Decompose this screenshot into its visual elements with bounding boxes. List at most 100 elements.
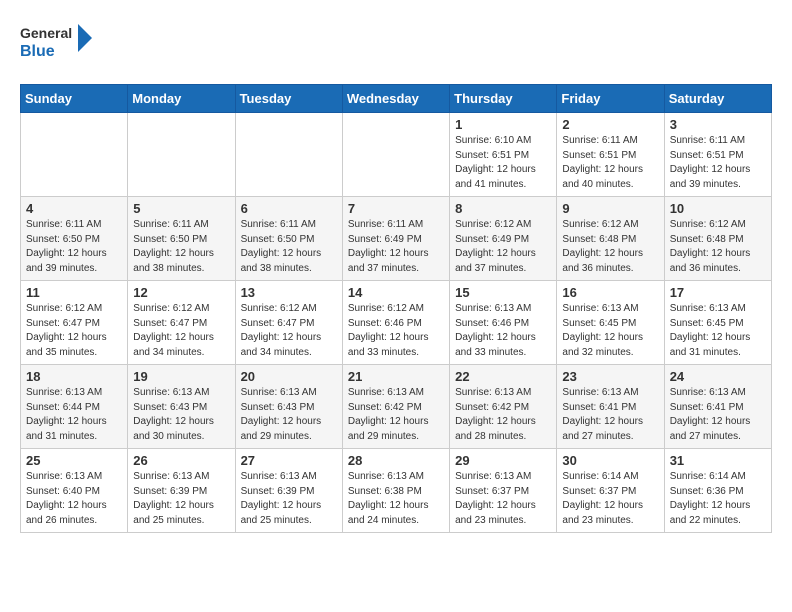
day-number: 29 <box>455 453 551 468</box>
calendar-cell: 18 Sunrise: 6:13 AM Sunset: 6:44 PM Dayli… <box>21 365 128 449</box>
day-number: 26 <box>133 453 229 468</box>
day-number: 15 <box>455 285 551 300</box>
day-number: 16 <box>562 285 658 300</box>
weekday-header: Monday <box>128 85 235 113</box>
day-info: Sunrise: 6:11 AM Sunset: 6:50 PM Dayligh… <box>26 218 122 276</box>
calendar-cell: 19 Sunrise: 6:13 AM Sunset: 6:43 PM Dayli… <box>128 365 235 449</box>
day-number: 25 <box>26 453 122 468</box>
calendar-cell: 6 Sunrise: 6:11 AM Sunset: 6:50 PM Daylig… <box>235 197 342 281</box>
calendar-cell: 31 Sunrise: 6:14 AM Sunset: 6:36 PM Dayli… <box>664 449 771 533</box>
calendar-header-row: SundayMondayTuesdayWednesdayThursdayFrid… <box>21 85 772 113</box>
day-info: Sunrise: 6:11 AM Sunset: 6:50 PM Dayligh… <box>133 218 229 276</box>
day-info: Sunrise: 6:13 AM Sunset: 6:37 PM Dayligh… <box>455 470 551 528</box>
calendar-cell: 23 Sunrise: 6:13 AM Sunset: 6:41 PM Dayli… <box>557 365 664 449</box>
day-number: 14 <box>348 285 444 300</box>
calendar-cell: 14 Sunrise: 6:12 AM Sunset: 6:46 PM Dayli… <box>342 281 449 365</box>
calendar-table: SundayMondayTuesdayWednesdayThursdayFrid… <box>20 84 772 533</box>
calendar-cell: 27 Sunrise: 6:13 AM Sunset: 6:39 PM Dayli… <box>235 449 342 533</box>
calendar-cell: 5 Sunrise: 6:11 AM Sunset: 6:50 PM Daylig… <box>128 197 235 281</box>
day-number: 10 <box>670 201 766 216</box>
day-info: Sunrise: 6:14 AM Sunset: 6:37 PM Dayligh… <box>562 470 658 528</box>
day-number: 22 <box>455 369 551 384</box>
page-header: General Blue <box>20 20 772 68</box>
day-info: Sunrise: 6:13 AM Sunset: 6:40 PM Dayligh… <box>26 470 122 528</box>
day-info: Sunrise: 6:12 AM Sunset: 6:49 PM Dayligh… <box>455 218 551 276</box>
weekday-header: Saturday <box>664 85 771 113</box>
calendar-week-row: 11 Sunrise: 6:12 AM Sunset: 6:47 PM Dayli… <box>21 281 772 365</box>
weekday-header: Sunday <box>21 85 128 113</box>
calendar-cell: 17 Sunrise: 6:13 AM Sunset: 6:45 PM Dayli… <box>664 281 771 365</box>
calendar-cell: 22 Sunrise: 6:13 AM Sunset: 6:42 PM Dayli… <box>450 365 557 449</box>
day-number: 6 <box>241 201 337 216</box>
calendar-cell: 2 Sunrise: 6:11 AM Sunset: 6:51 PM Daylig… <box>557 113 664 197</box>
calendar-cell: 16 Sunrise: 6:13 AM Sunset: 6:45 PM Dayli… <box>557 281 664 365</box>
day-info: Sunrise: 6:13 AM Sunset: 6:44 PM Dayligh… <box>26 386 122 444</box>
day-info: Sunrise: 6:13 AM Sunset: 6:45 PM Dayligh… <box>670 302 766 360</box>
day-number: 11 <box>26 285 122 300</box>
day-number: 2 <box>562 117 658 132</box>
day-number: 8 <box>455 201 551 216</box>
day-info: Sunrise: 6:12 AM Sunset: 6:46 PM Dayligh… <box>348 302 444 360</box>
day-info: Sunrise: 6:13 AM Sunset: 6:42 PM Dayligh… <box>455 386 551 444</box>
calendar-cell <box>342 113 449 197</box>
calendar-cell: 28 Sunrise: 6:13 AM Sunset: 6:38 PM Dayli… <box>342 449 449 533</box>
logo: General Blue <box>20 20 100 68</box>
day-info: Sunrise: 6:11 AM Sunset: 6:51 PM Dayligh… <box>562 134 658 192</box>
day-info: Sunrise: 6:13 AM Sunset: 6:46 PM Dayligh… <box>455 302 551 360</box>
calendar-cell: 25 Sunrise: 6:13 AM Sunset: 6:40 PM Dayli… <box>21 449 128 533</box>
weekday-header: Friday <box>557 85 664 113</box>
day-info: Sunrise: 6:13 AM Sunset: 6:45 PM Dayligh… <box>562 302 658 360</box>
weekday-header: Tuesday <box>235 85 342 113</box>
day-number: 1 <box>455 117 551 132</box>
day-info: Sunrise: 6:13 AM Sunset: 6:42 PM Dayligh… <box>348 386 444 444</box>
weekday-header: Wednesday <box>342 85 449 113</box>
day-number: 18 <box>26 369 122 384</box>
day-number: 3 <box>670 117 766 132</box>
day-number: 23 <box>562 369 658 384</box>
svg-text:General: General <box>20 25 72 41</box>
day-info: Sunrise: 6:13 AM Sunset: 6:43 PM Dayligh… <box>133 386 229 444</box>
day-number: 17 <box>670 285 766 300</box>
day-number: 4 <box>26 201 122 216</box>
day-info: Sunrise: 6:14 AM Sunset: 6:36 PM Dayligh… <box>670 470 766 528</box>
day-info: Sunrise: 6:12 AM Sunset: 6:47 PM Dayligh… <box>241 302 337 360</box>
calendar-week-row: 4 Sunrise: 6:11 AM Sunset: 6:50 PM Daylig… <box>21 197 772 281</box>
calendar-cell: 26 Sunrise: 6:13 AM Sunset: 6:39 PM Dayli… <box>128 449 235 533</box>
day-info: Sunrise: 6:13 AM Sunset: 6:41 PM Dayligh… <box>670 386 766 444</box>
day-info: Sunrise: 6:13 AM Sunset: 6:43 PM Dayligh… <box>241 386 337 444</box>
calendar-cell <box>21 113 128 197</box>
day-info: Sunrise: 6:13 AM Sunset: 6:38 PM Dayligh… <box>348 470 444 528</box>
day-number: 5 <box>133 201 229 216</box>
day-number: 7 <box>348 201 444 216</box>
svg-text:Blue: Blue <box>20 43 55 60</box>
day-number: 31 <box>670 453 766 468</box>
logo-svg: General Blue <box>20 20 100 68</box>
calendar-cell <box>235 113 342 197</box>
calendar-cell <box>128 113 235 197</box>
calendar-week-row: 18 Sunrise: 6:13 AM Sunset: 6:44 PM Dayli… <box>21 365 772 449</box>
calendar-cell: 30 Sunrise: 6:14 AM Sunset: 6:37 PM Dayli… <box>557 449 664 533</box>
day-number: 9 <box>562 201 658 216</box>
day-number: 13 <box>241 285 337 300</box>
calendar-cell: 13 Sunrise: 6:12 AM Sunset: 6:47 PM Dayli… <box>235 281 342 365</box>
calendar-cell: 21 Sunrise: 6:13 AM Sunset: 6:42 PM Dayli… <box>342 365 449 449</box>
day-info: Sunrise: 6:13 AM Sunset: 6:39 PM Dayligh… <box>133 470 229 528</box>
calendar-cell: 29 Sunrise: 6:13 AM Sunset: 6:37 PM Dayli… <box>450 449 557 533</box>
day-info: Sunrise: 6:11 AM Sunset: 6:50 PM Dayligh… <box>241 218 337 276</box>
day-number: 19 <box>133 369 229 384</box>
weekday-header: Thursday <box>450 85 557 113</box>
day-number: 27 <box>241 453 337 468</box>
calendar-cell: 24 Sunrise: 6:13 AM Sunset: 6:41 PM Dayli… <box>664 365 771 449</box>
calendar-cell: 1Sunrise: 6:10 AM Sunset: 6:51 PM Daylig… <box>450 113 557 197</box>
day-info: Sunrise: 6:12 AM Sunset: 6:48 PM Dayligh… <box>562 218 658 276</box>
calendar-cell: 7 Sunrise: 6:11 AM Sunset: 6:49 PM Daylig… <box>342 197 449 281</box>
calendar-cell: 12Sunrise: 6:12 AM Sunset: 6:47 PM Dayli… <box>128 281 235 365</box>
day-info: Sunrise: 6:11 AM Sunset: 6:49 PM Dayligh… <box>348 218 444 276</box>
day-number: 21 <box>348 369 444 384</box>
day-info: Sunrise: 6:12 AM Sunset: 6:48 PM Dayligh… <box>670 218 766 276</box>
day-number: 30 <box>562 453 658 468</box>
day-info: Sunrise: 6:13 AM Sunset: 6:39 PM Dayligh… <box>241 470 337 528</box>
day-info: Sunrise: 6:13 AM Sunset: 6:41 PM Dayligh… <box>562 386 658 444</box>
day-number: 24 <box>670 369 766 384</box>
day-number: 28 <box>348 453 444 468</box>
